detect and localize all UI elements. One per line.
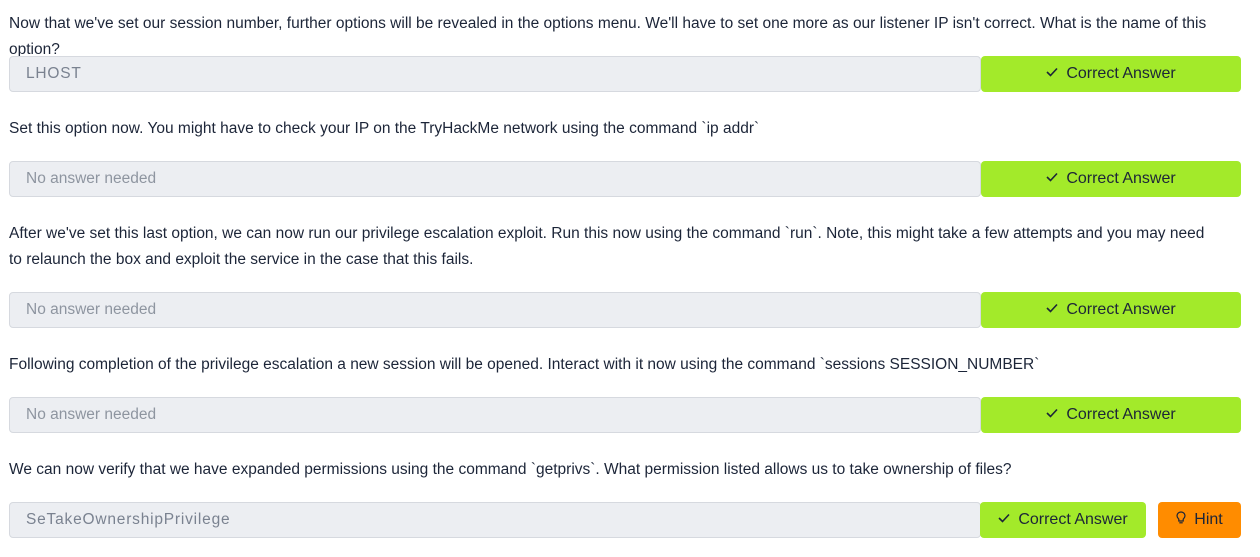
correct-answer-button[interactable]: Correct Answer [981, 397, 1241, 433]
correct-answer-label: Correct Answer [1066, 301, 1176, 318]
question-text: After we've set this last option, we can… [9, 225, 1205, 268]
question-text: We can now verify that we have expanded … [9, 461, 1012, 478]
answer-field[interactable]: No answer needed [9, 397, 981, 433]
answer-row: LHOST Correct Answer [9, 56, 1241, 92]
check-icon [1046, 408, 1058, 418]
question-text: Set this option now. You might have to c… [9, 120, 760, 137]
question-block-4: Following completion of the privilege es… [9, 352, 1241, 433]
answer-field[interactable]: No answer needed [9, 292, 981, 328]
question-block-5: We can now verify that we have expanded … [9, 457, 1241, 538]
correct-answer-button[interactable]: Correct Answer [981, 161, 1241, 197]
answer-row: SeTakeOwnershipPrivilege Correct Answer … [9, 502, 1241, 538]
task-questions-panel: Now that we've set our session number, f… [0, 0, 1260, 557]
correct-answer-button[interactable]: Correct Answer [981, 56, 1241, 92]
correct-answer-label: Correct Answer [1066, 65, 1176, 82]
correct-answer-button[interactable]: Correct Answer [981, 292, 1241, 328]
check-icon [1046, 303, 1058, 313]
answer-row: No answer needed Correct Answer [9, 161, 1241, 197]
check-icon [1046, 67, 1058, 77]
question-block-2: Set this option now. You might have to c… [9, 116, 1241, 197]
correct-answer-label: Correct Answer [1066, 406, 1176, 423]
answer-field[interactable]: SeTakeOwnershipPrivilege [9, 502, 981, 538]
answer-field[interactable]: No answer needed [9, 161, 981, 197]
question-block-3: After we've set this last option, we can… [9, 221, 1241, 328]
hint-button[interactable]: Hint [1158, 502, 1241, 538]
check-icon [1046, 172, 1058, 182]
question-block-1: Now that we've set our session number, f… [9, 11, 1241, 92]
lightbulb-icon [1176, 511, 1186, 524]
answer-row: No answer needed Correct Answer [9, 292, 1241, 328]
question-text: Following completion of the privilege es… [9, 356, 1040, 373]
hint-label: Hint [1194, 511, 1223, 528]
answer-field[interactable]: LHOST [9, 56, 981, 92]
answer-row: No answer needed Correct Answer [9, 397, 1241, 433]
correct-answer-label: Correct Answer [1066, 170, 1176, 187]
correct-answer-button[interactable]: Correct Answer [980, 502, 1146, 538]
check-icon [998, 513, 1010, 523]
correct-answer-label: Correct Answer [1018, 511, 1128, 528]
